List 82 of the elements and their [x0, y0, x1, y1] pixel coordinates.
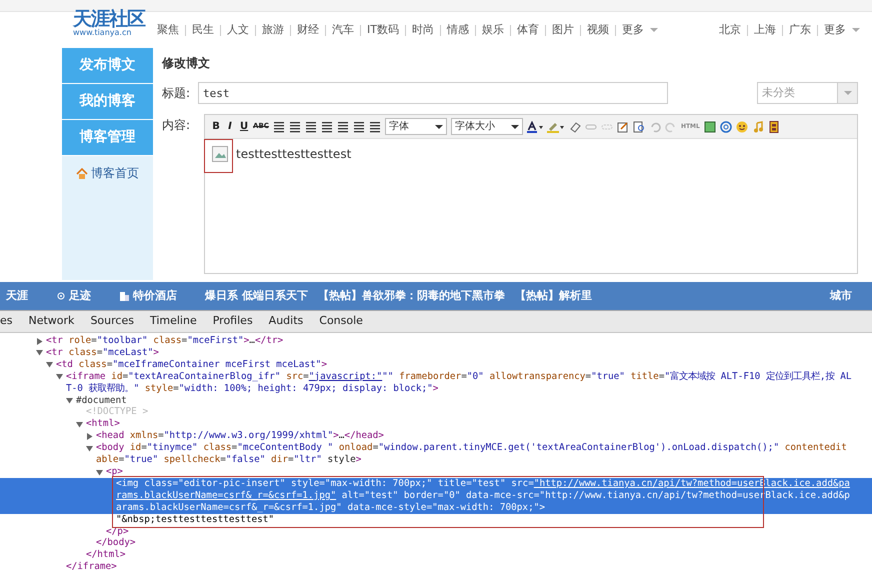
nav-link[interactable]: 更多	[622, 22, 644, 38]
format-button[interactable]: B	[211, 119, 222, 134]
expanded-triangle-icon[interactable]	[86, 444, 93, 452]
devtools-tab[interactable]: Network	[20, 313, 82, 330]
code-line[interactable]: <iframe id="textAreaContainerBlog_ifr" src="javascript:""" frameborder="0" allowtransparency="true" title="富文本域按 ALT-F10 定位到工具栏,按 ALT-0 获取帮助。" style="width: 100%; height: 479px; display: block;">	[66, 370, 872, 395]
banner-link[interactable]: 足迹	[69, 288, 91, 304]
devtools-tab[interactable]: Audits	[260, 313, 312, 330]
font-size-dropdown[interactable]: 字体大小	[450, 118, 523, 135]
code-line[interactable]: </body>	[96, 537, 872, 550]
city-link[interactable]: 广东	[789, 22, 811, 38]
home-icon	[76, 168, 88, 178]
nav-link[interactable]: IT数码	[367, 22, 399, 38]
banner-link[interactable]: 城市	[830, 288, 852, 304]
eraser-icon[interactable]	[568, 120, 581, 132]
nav-link[interactable]: 情感	[446, 22, 469, 38]
image-icon[interactable]	[704, 120, 716, 132]
field-label: 内容:	[162, 117, 190, 134]
code-line[interactable]: <td class="mceIframeContainer mceFirst mceLast">	[56, 358, 872, 371]
expanded-triangle-icon[interactable]	[96, 468, 103, 476]
devtools-tab[interactable]: Timeline	[142, 313, 205, 330]
expanded-triangle-icon[interactable]	[56, 373, 63, 380]
banner-link[interactable]: 爆日系 低端日系天下	[205, 288, 308, 304]
code-line[interactable]: <p>	[106, 466, 872, 478]
city-link[interactable]: 上海	[754, 22, 776, 38]
nav-link[interactable]: 视频	[586, 22, 609, 38]
city-link[interactable]: 北京	[719, 22, 741, 38]
smiley-icon[interactable]	[736, 120, 748, 132]
font-dropdown[interactable]: 字体	[384, 118, 447, 135]
caret-icon	[650, 28, 658, 32]
text-color-icon[interactable]	[526, 120, 543, 132]
expanded-triangle-icon[interactable]	[76, 420, 83, 428]
nav-link[interactable]: 汽车	[332, 22, 354, 38]
code-line[interactable]: <tr class="mceLast">	[46, 346, 872, 359]
code-line[interactable]: <html>	[86, 418, 872, 430]
code-line[interactable]: </html>	[86, 549, 872, 562]
code-line[interactable]: </iframe>	[66, 561, 872, 570]
align-left-icon[interactable]	[272, 120, 285, 132]
devtools-tab[interactable]: Sources	[82, 313, 142, 330]
nav-link[interactable]: 民生	[192, 22, 214, 38]
city-link[interactable]: 更多	[824, 22, 846, 38]
banner-link[interactable]: 特价酒店	[133, 288, 177, 304]
annotation-box	[204, 139, 234, 173]
page-heading: 修改博文	[162, 55, 211, 72]
nav-link[interactable]: 图片	[552, 22, 574, 38]
editor-content-text: testtesttesttesttest	[236, 146, 352, 163]
nav-link[interactable]: 娱乐	[482, 22, 504, 38]
code-line[interactable]: </p>	[106, 526, 872, 538]
code-line[interactable]: #document	[76, 394, 872, 406]
code-line[interactable]: <body id="tinymce" class="mceContentBody " onload="window.parent.tinyMCE.get('textAreaContainerBlog').onLoad.dispatch();" contenteditable="true" spellcheck="false" dir="ltr" style>	[96, 442, 872, 466]
logo-url: www.tianya.cn	[73, 28, 132, 37]
nav-link[interactable]: 人文	[227, 22, 249, 38]
edit-icon[interactable]	[616, 120, 629, 132]
field-label: 标题:	[162, 85, 190, 102]
format-button[interactable]: U	[239, 119, 250, 134]
preview-icon[interactable]	[632, 120, 645, 132]
film-icon[interactable]	[768, 120, 780, 132]
nav-link[interactable]: 财经	[297, 22, 319, 38]
nav-link[interactable]: 时尚	[412, 22, 434, 38]
highlight-icon[interactable]	[546, 120, 565, 132]
expanded-triangle-icon[interactable]	[46, 361, 53, 368]
banner-link[interactable]: 【热帖】解析里	[514, 288, 592, 304]
caret-icon	[852, 28, 860, 32]
devtools-tab[interactable]: Console	[311, 313, 371, 330]
code-line[interactable]: <tr role="toolbar" class="mceFirst">…</tr>	[46, 335, 872, 347]
building-icon	[119, 291, 130, 301]
nav-link[interactable]: 旅游	[262, 22, 284, 38]
nav-link[interactable]: 体育	[516, 22, 539, 38]
expanded-triangle-icon[interactable]	[66, 397, 73, 404]
format-button[interactable]: I	[225, 119, 236, 134]
sidebar-link[interactable]: 博客首页	[91, 164, 139, 182]
collapsed-triangle-icon[interactable]	[86, 432, 93, 440]
nav-link[interactable]: 聚焦	[157, 22, 179, 38]
banner-link[interactable]: 【热帖】兽欲邪拳：阴毒的地下黑市拳	[318, 288, 505, 304]
expanded-triangle-icon[interactable]	[36, 349, 43, 356]
code-line[interactable]: <head xmlns="http://www.w3.org/1999/xhtml">…</head>	[96, 430, 872, 442]
title-input[interactable]: test	[198, 82, 668, 104]
logo-text[interactable]: 天涯社区	[73, 10, 145, 29]
devtools-tab[interactable]: Profiles	[204, 313, 261, 330]
code-line[interactable]: "&nbsp;testtesttesttesttest"	[116, 514, 872, 526]
banner-link[interactable]: 天涯	[6, 288, 28, 304]
collapsed-triangle-icon[interactable]	[36, 338, 43, 345]
devtools-tab[interactable]: es	[0, 313, 20, 330]
